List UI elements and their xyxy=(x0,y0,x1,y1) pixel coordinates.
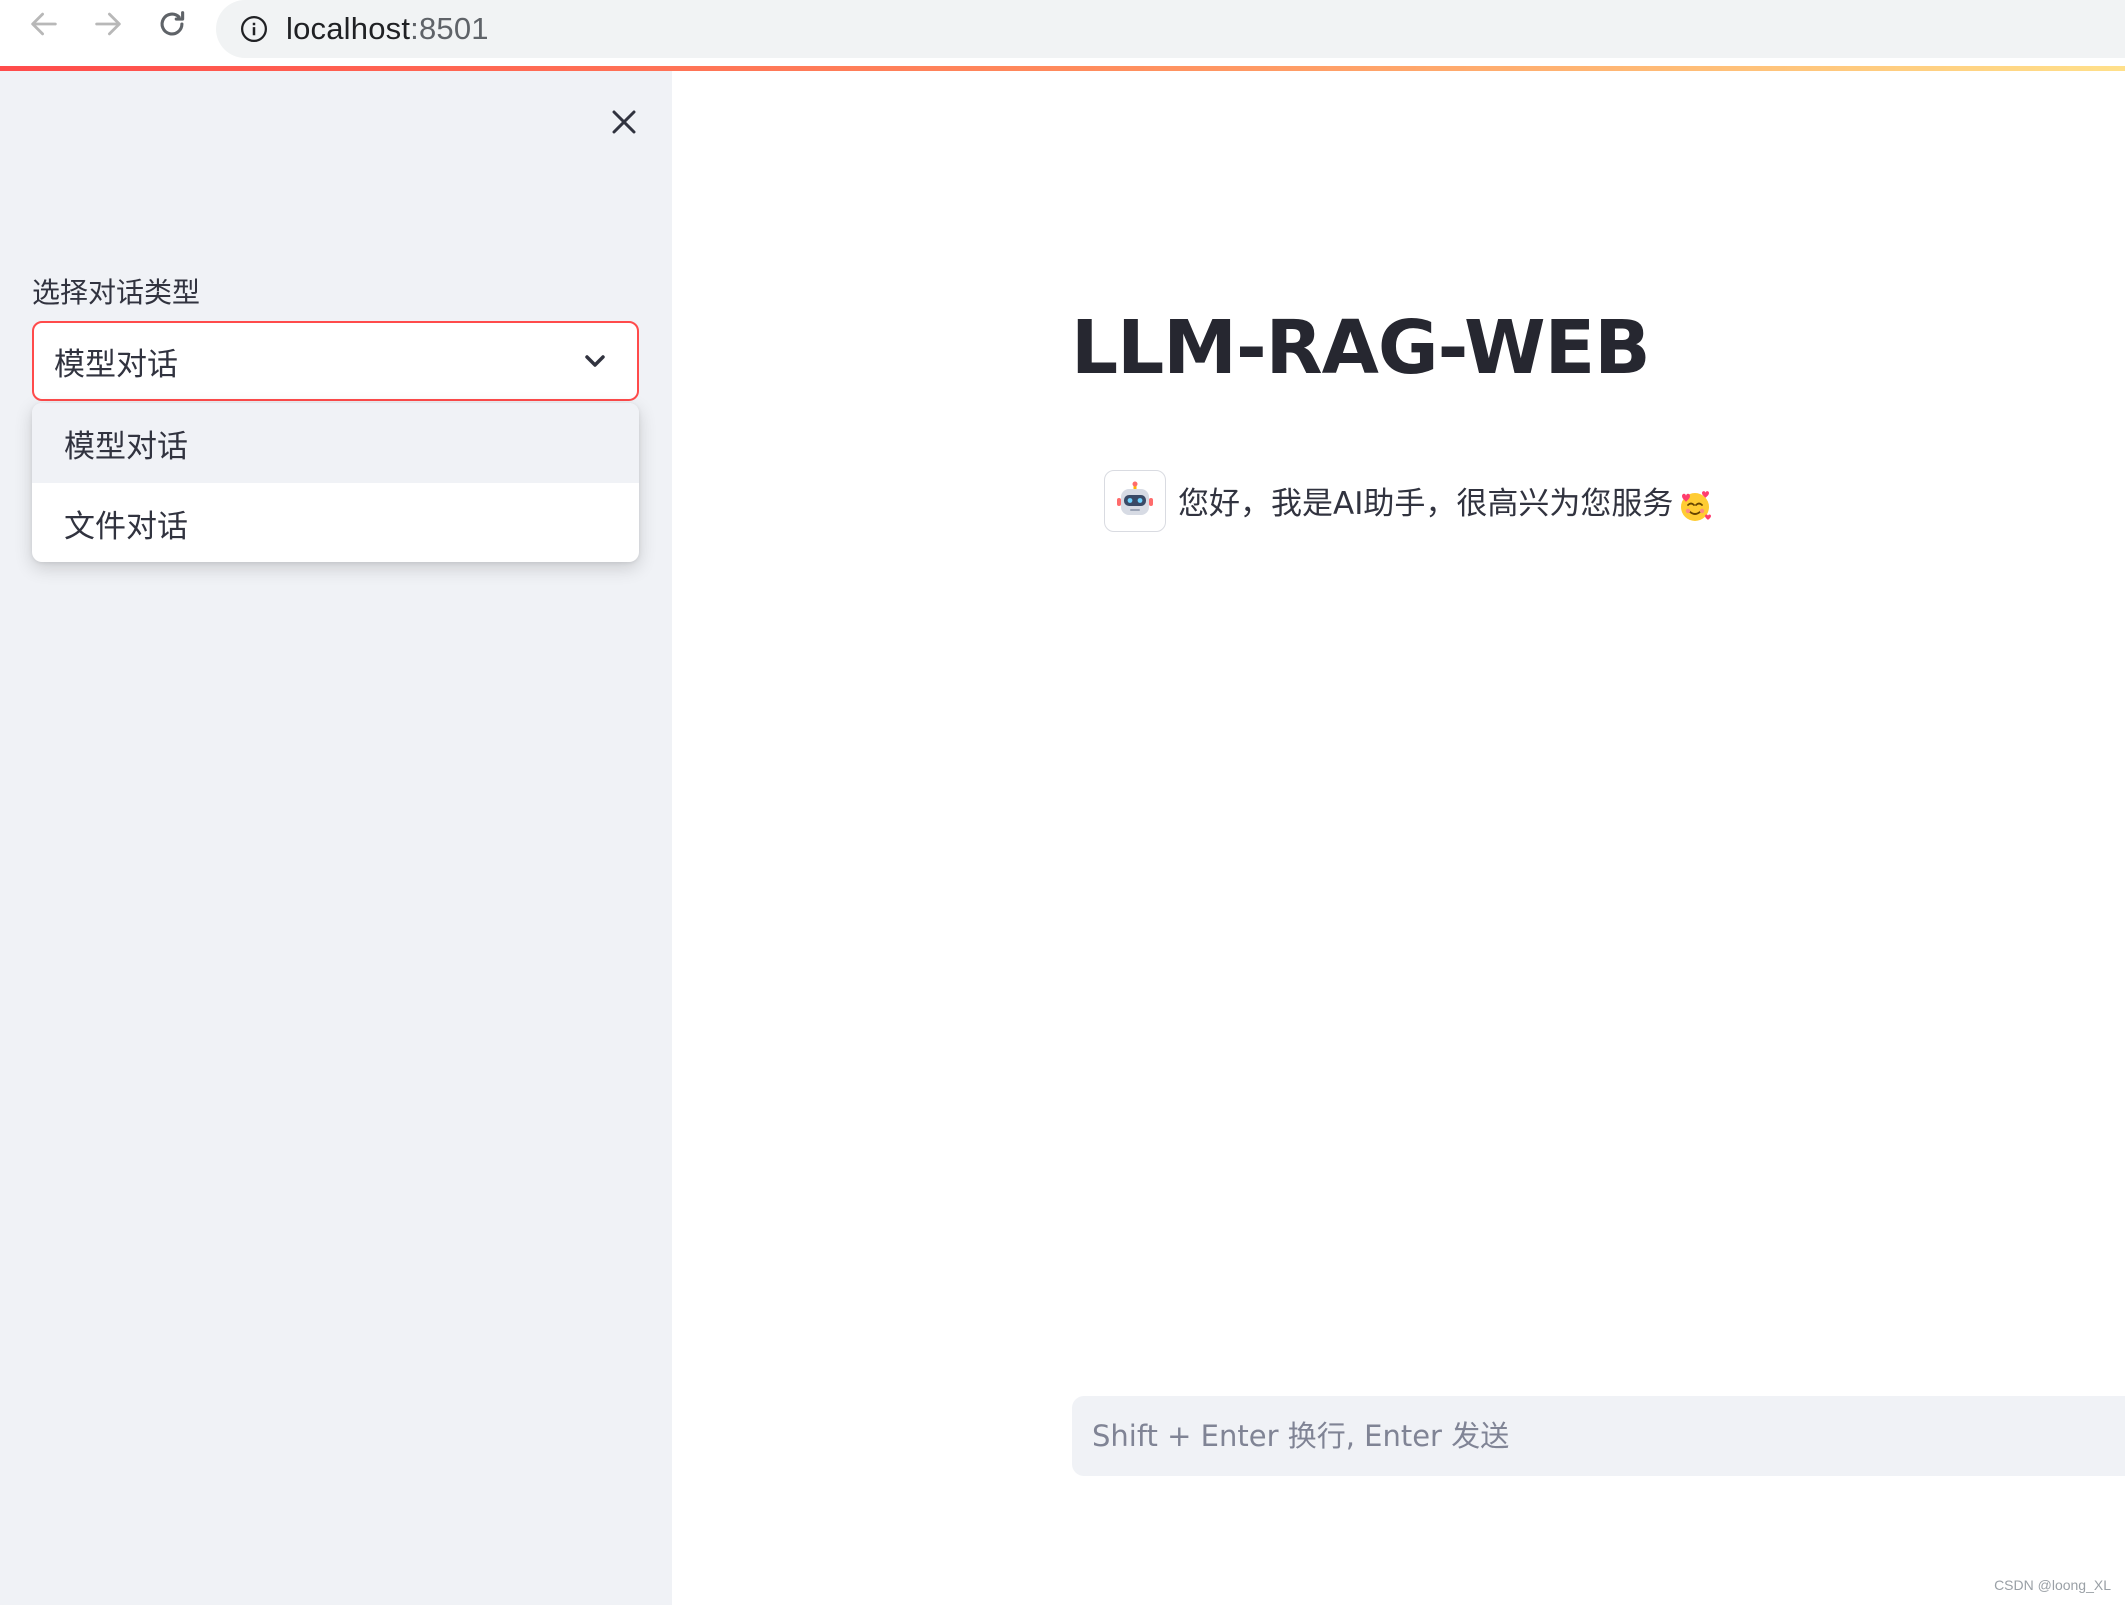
info-icon[interactable] xyxy=(236,11,272,47)
chevron-down-icon[interactable] xyxy=(579,345,611,377)
dropdown-option-file-chat[interactable]: 文件对话 xyxy=(32,483,639,562)
sidebar: 选择对话类型 模型对话 模型对话 文件对话 xyxy=(0,71,672,1605)
address-bar[interactable]: localhost:8501 xyxy=(216,0,2125,58)
message-text-content: 您好，我是AI助手，很高兴为您服务 xyxy=(1178,486,1674,523)
reload-icon xyxy=(160,11,185,36)
chat-type-select[interactable]: 模型对话 xyxy=(32,321,639,401)
watermark: CSDN @loong_XL xyxy=(1994,1577,2111,1593)
message-text: 您好，我是AI助手，很高兴为您服务 xyxy=(1178,478,1713,524)
avatar xyxy=(1104,470,1166,532)
page-title: LLM-RAG-WEB xyxy=(1071,305,1651,391)
back-button[interactable] xyxy=(22,2,66,46)
url-port: :8501 xyxy=(410,11,489,46)
browser-toolbar: localhost:8501 xyxy=(0,0,2125,66)
url-text[interactable]: localhost:8501 xyxy=(286,11,489,47)
url-host: localhost xyxy=(286,11,411,46)
arrow-right-icon xyxy=(95,12,121,36)
robot-icon xyxy=(1117,481,1153,515)
reload-button[interactable] xyxy=(150,2,194,46)
assistant-message: 您好，我是AI助手，很高兴为您服务 xyxy=(1104,470,1713,532)
select-dropdown-menu: 模型对话 文件对话 xyxy=(32,403,639,562)
select-label: 选择对话类型 xyxy=(32,276,201,309)
dropdown-option-model-chat[interactable]: 模型对话 xyxy=(32,403,639,483)
smiling-face-with-hearts-icon xyxy=(1681,490,1712,521)
forward-button[interactable] xyxy=(86,2,130,46)
chat-input-container[interactable] xyxy=(1072,1396,2125,1476)
sidebar-close-button[interactable] xyxy=(603,101,645,143)
close-icon xyxy=(612,110,636,134)
chat-input[interactable] xyxy=(1090,1396,2125,1476)
main-content: LLM-RAG-WEB 您好，我是AI助手，很高兴为您服务 xyxy=(672,71,2125,1605)
select-value: 模型对话 xyxy=(54,346,178,383)
arrow-left-icon xyxy=(31,12,57,36)
